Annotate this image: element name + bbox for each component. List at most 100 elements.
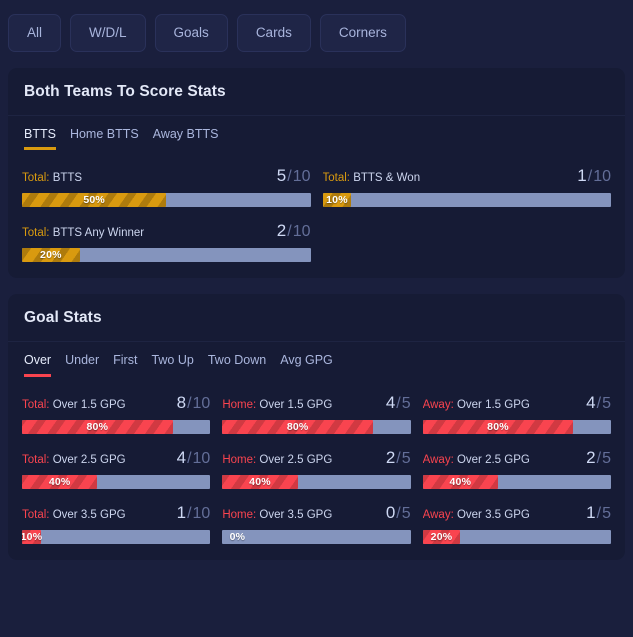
btts-subtab-home-btts[interactable]: Home BTTS: [70, 127, 139, 151]
goal-subtab-over[interactable]: Over: [24, 354, 52, 377]
topnav-tab-goals[interactable]: Goals: [154, 14, 228, 52]
stat-score: 0/5: [386, 503, 411, 523]
stat-numerator: 2: [385, 447, 396, 467]
stat-score: 1/10: [177, 503, 211, 523]
progress-fill: [22, 474, 98, 489]
stat-name: Over 3.5 GPG: [52, 508, 126, 521]
stat-denominator: 10: [192, 394, 211, 412]
stat-numerator: 4: [385, 392, 396, 412]
progress-fill: [222, 474, 298, 489]
stat-header: Total: Over 2.5 GPG 4/10: [22, 448, 210, 468]
topnav-tab-all[interactable]: All: [8, 14, 62, 52]
goal-subtabs: Over Under First Two Up Two Down Avg GPG: [8, 342, 625, 377]
progress-fill: [22, 193, 167, 207]
stat-denominator: 5: [401, 504, 411, 522]
stat-numerator: 4: [586, 392, 596, 412]
goal-subtab-first[interactable]: First: [113, 354, 137, 377]
stat-prefix: Home:: [222, 398, 257, 411]
stat-prefix: Away:: [422, 398, 454, 411]
stat-item: Home: Over 3.5 GPG 0/5 0%: [222, 503, 411, 544]
progress-bar: 80%: [222, 419, 411, 434]
stat-denominator: 5: [602, 449, 611, 467]
stat-name: Over 2.5 GPG: [259, 453, 333, 466]
progress-bar: 80%: [22, 419, 211, 434]
stat-score: 8/10: [177, 393, 211, 413]
progress-bar: 20%: [22, 248, 311, 262]
stat-score: 2/5: [386, 448, 411, 468]
stat-item: Away: Over 3.5 GPG 1/5 20%: [422, 502, 611, 544]
stat-label: Total: BTTS & Won: [323, 172, 421, 184]
stat-label: Home: Over 2.5 GPG: [222, 454, 332, 466]
stat-score: 5/10: [277, 166, 311, 186]
stat-label: Away: Over 2.5 GPG: [423, 454, 530, 466]
stat-numerator: 5: [276, 166, 287, 185]
stat-numerator: 2: [586, 447, 596, 467]
btts-stat-grid: Total: BTTS 5/10 50% Total: BTTS & Won 1: [8, 150, 625, 278]
stat-score: 4/10: [177, 448, 211, 468]
stat-numerator: 2: [276, 221, 287, 240]
stat-item: Home: Over 1.5 GPG 4/5 80%: [222, 393, 411, 434]
stat-denominator: 10: [192, 504, 211, 522]
progress-fill: [22, 248, 80, 262]
progress-fill: [22, 419, 173, 434]
stat-name: Over 2.5 GPG: [52, 453, 126, 466]
stat-item: Away: Over 1.5 GPG 4/5 80%: [422, 393, 611, 434]
goal-subtab-two-up[interactable]: Two Up: [151, 354, 193, 377]
stat-prefix: Total:: [22, 453, 50, 466]
stat-header: Total: Over 3.5 GPG 1/10: [22, 503, 210, 523]
stat-prefix: Away:: [422, 508, 454, 521]
stat-denominator: 10: [192, 449, 211, 467]
stat-denominator: 5: [602, 394, 611, 412]
btts-subtabs: BTTS Home BTTS Away BTTS: [8, 116, 625, 151]
progress-bar: 50%: [22, 193, 311, 207]
goal-subtab-two-down[interactable]: Two Down: [208, 354, 266, 377]
progress-fill: [422, 529, 461, 544]
stat-header: Home: Over 3.5 GPG 0/5: [222, 503, 410, 523]
stat-prefix: Total:: [22, 227, 50, 239]
stat-header: Away: Over 2.5 GPG 2/5: [423, 448, 611, 468]
stat-prefix: Total:: [322, 172, 351, 184]
stat-score: 2/5: [586, 448, 611, 468]
stat-item: Total: Over 2.5 GPG 4/10 40%: [22, 448, 211, 489]
stat-item: Away: Over 2.5 GPG 2/5 40%: [422, 448, 611, 489]
stat-numerator: 1: [586, 502, 596, 522]
topnav-tab-cards[interactable]: Cards: [236, 14, 311, 52]
stat-numerator: 1: [577, 166, 587, 185]
topnav-tab-corners[interactable]: Corners: [319, 14, 406, 52]
stat-prefix: Total:: [22, 508, 50, 521]
progress-fill: [22, 529, 41, 544]
progress-fill: [422, 474, 498, 489]
progress-bar: 20%: [422, 529, 611, 544]
progress-bar: 10%: [22, 529, 211, 544]
stat-item: Total: Over 3.5 GPG 1/10 10%: [22, 503, 211, 544]
progress-bar: 40%: [222, 474, 411, 489]
stat-prefix: Home:: [222, 508, 257, 521]
stat-denominator: 5: [401, 394, 411, 412]
btts-card-title: Both Teams To Score Stats: [24, 82, 226, 100]
stat-item: Total: Over 1.5 GPG 8/10 80%: [22, 393, 211, 434]
topnav-tab-wdl[interactable]: W/D/L: [70, 14, 146, 52]
btts-subtab-btts[interactable]: BTTS: [24, 127, 56, 150]
stat-denominator: 10: [292, 168, 311, 185]
stat-name: Over 3.5 GPG: [456, 508, 530, 521]
goal-subtab-avg-gpg[interactable]: Avg GPG: [280, 354, 333, 377]
stat-numerator: 1: [176, 502, 187, 522]
stat-denominator: 5: [401, 449, 411, 467]
stat-score: 1/10: [577, 166, 611, 186]
progress-bar: 0%: [222, 529, 411, 544]
stat-header: Total: BTTS Any Winner 2/10: [22, 221, 311, 241]
stat-prefix: Total:: [22, 398, 50, 411]
stat-header: Total: Over 1.5 GPG 8/10: [22, 393, 210, 413]
stat-prefix: Home:: [222, 453, 257, 466]
stat-label: Total: Over 1.5 GPG: [22, 399, 126, 411]
goal-subtab-under[interactable]: Under: [65, 354, 99, 377]
stat-score: 4/5: [586, 393, 611, 413]
stat-name: BTTS Any Winner: [52, 227, 145, 239]
progress-bar: 40%: [22, 474, 211, 489]
btts-subtab-away-btts[interactable]: Away BTTS: [153, 127, 219, 151]
stat-item: Home: Over 2.5 GPG 2/5 40%: [222, 448, 411, 489]
goal-stats-card: Goal Stats Over Under First Two Up Two D…: [8, 294, 625, 560]
stat-header: Home: Over 1.5 GPG 4/5: [222, 393, 410, 413]
stat-prefix: Away:: [422, 453, 454, 466]
primary-filter-tabs: All W/D/L Goals Cards Corners: [0, 0, 633, 68]
